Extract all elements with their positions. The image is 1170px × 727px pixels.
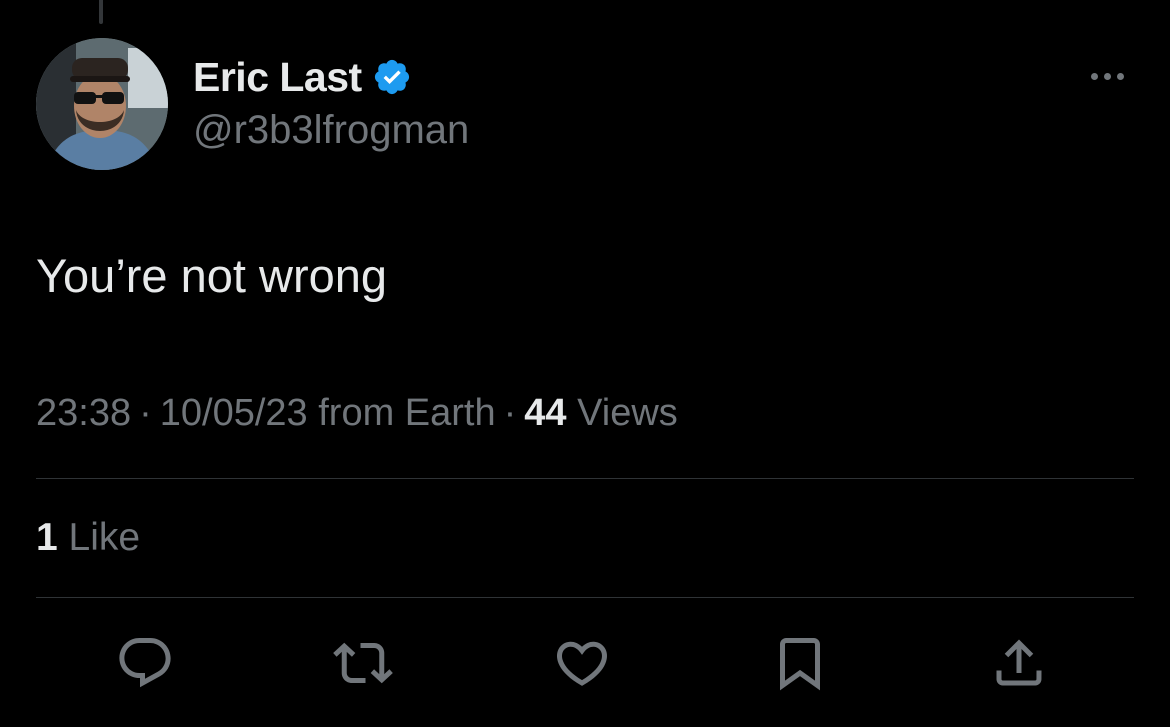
bookmark-button[interactable] [767, 630, 833, 696]
views-label[interactable]: Views [577, 392, 678, 434]
author-handle[interactable]: @r3b3lfrogman [193, 108, 469, 153]
more-options-button[interactable] [1082, 58, 1132, 94]
likes-summary[interactable]: 1 Like [36, 516, 140, 560]
repost-button[interactable] [330, 630, 396, 696]
author-display-name[interactable]: Eric Last [193, 54, 362, 101]
share-upload-icon [996, 639, 1042, 686]
divider [36, 597, 1134, 598]
thread-connector-line [99, 0, 103, 24]
author-name-row: Eric Last [193, 52, 412, 102]
likes-label: Like [68, 516, 141, 559]
speech-bubble-icon [119, 638, 171, 688]
heart-icon [556, 641, 608, 686]
views-count[interactable]: 44 [524, 392, 566, 434]
reply-button[interactable] [112, 630, 178, 696]
tweet-source: from Earth [318, 392, 496, 434]
tweet-time[interactable]: 23:38 [36, 392, 131, 434]
meta-separator: · [503, 392, 517, 434]
tweet-text: You’re not wrong [36, 249, 388, 302]
more-dot-icon [1090, 72, 1098, 80]
divider [36, 478, 1134, 479]
repost-arrows-icon [333, 642, 393, 684]
likes-count: 1 [36, 516, 58, 559]
share-button[interactable] [986, 630, 1052, 696]
more-dot-icon [1103, 72, 1111, 80]
avatar[interactable] [36, 38, 168, 170]
meta-separator: · [139, 392, 152, 434]
verified-badge-icon [372, 57, 412, 97]
tweet-meta: 23:38 · 10/05/23 from Earth · 44 Views [36, 392, 678, 435]
more-dot-icon [1116, 72, 1124, 80]
action-bar [0, 630, 1170, 696]
bookmark-icon [780, 638, 820, 691]
like-button[interactable] [549, 630, 615, 696]
tweet-date[interactable]: 10/05/23 [160, 392, 308, 434]
avatar-photo [36, 38, 168, 170]
